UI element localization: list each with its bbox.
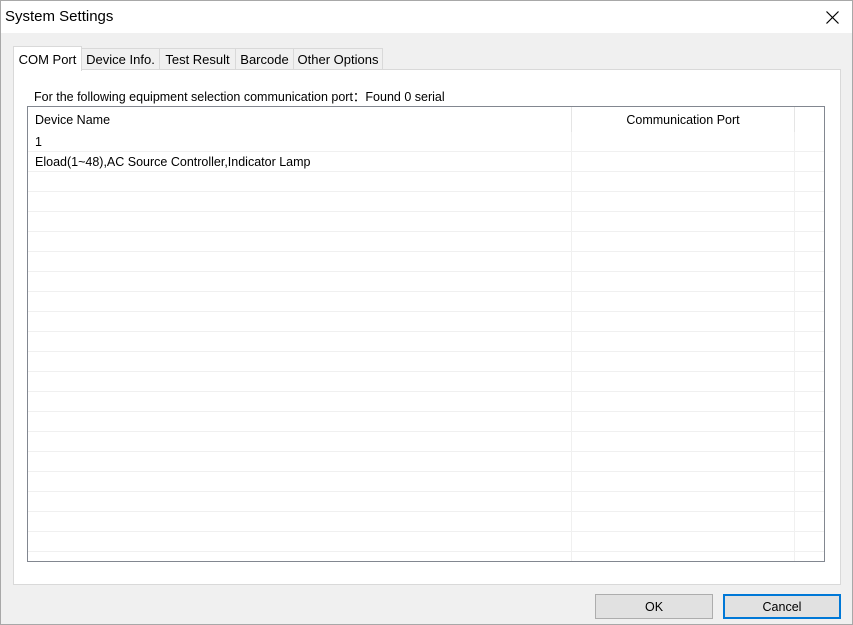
empty-row	[28, 312, 824, 332]
empty-row	[28, 232, 824, 252]
table-row[interactable]: 1	[28, 132, 824, 152]
empty-row	[28, 432, 824, 452]
ok-button-label: OK	[644, 599, 664, 614]
empty-row	[28, 292, 824, 312]
tab-label: Test Result	[165, 51, 230, 67]
ok-button[interactable]: OK	[595, 594, 713, 619]
empty-row	[28, 352, 824, 372]
port-cell[interactable]	[572, 152, 795, 172]
table-row[interactable]: Eload(1~48),AC Source Controller,Indicat…	[28, 152, 824, 172]
tab-label: Other Options	[297, 51, 379, 67]
empty-row	[28, 192, 824, 212]
empty-row	[28, 332, 824, 352]
tab-com-port[interactable]: COM Port	[13, 46, 82, 71]
empty-row	[28, 392, 824, 412]
tab-label: Barcode	[240, 51, 289, 67]
device-name-cell: Eload(1~48),AC Source Controller,Indicat…	[35, 155, 311, 169]
tab-test-result[interactable]: Test Result	[159, 48, 236, 69]
cancel-button[interactable]: Cancel	[723, 594, 841, 619]
port-cell[interactable]	[572, 132, 795, 152]
device-name-cell: 1	[35, 135, 42, 149]
column-header-device-name[interactable]: Device Name	[28, 107, 572, 132]
info-text: For the following equipment selection co…	[34, 90, 445, 104]
empty-row	[28, 212, 824, 232]
empty-row	[28, 472, 824, 492]
empty-row	[28, 252, 824, 272]
empty-row	[28, 372, 824, 392]
column-header-filler	[795, 107, 824, 132]
column-header-label: Communication Port	[626, 112, 740, 127]
list-rows: 1 Eload(1~48),AC Source Controller,Indic…	[28, 132, 824, 552]
tab-label: COM Port	[18, 51, 77, 67]
title-bar: System Settings	[1, 1, 852, 33]
empty-row	[28, 272, 824, 292]
tab-label: Device Info.	[86, 51, 155, 67]
tab-device-info[interactable]: Device Info.	[81, 48, 160, 69]
com-port-panel: For the following equipment selection co…	[13, 69, 841, 585]
empty-row	[28, 512, 824, 532]
close-icon	[826, 10, 839, 24]
close-button[interactable]	[813, 1, 852, 33]
empty-row	[28, 412, 824, 432]
tab-barcode[interactable]: Barcode	[235, 48, 294, 69]
empty-row	[28, 492, 824, 512]
empty-row	[28, 452, 824, 472]
cancel-button-label: Cancel	[762, 599, 802, 614]
device-port-list[interactable]: Device Name Communication Port 1 Eload(1…	[27, 106, 825, 562]
column-header-label: Device Name	[35, 112, 111, 127]
empty-row	[28, 532, 824, 552]
window-title: System Settings	[5, 8, 114, 25]
empty-row	[28, 172, 824, 192]
tab-other-options[interactable]: Other Options	[293, 48, 383, 69]
system-settings-dialog: System Settings COM Port Device Info. Te…	[0, 0, 853, 625]
column-header-communication-port[interactable]: Communication Port	[572, 107, 795, 132]
